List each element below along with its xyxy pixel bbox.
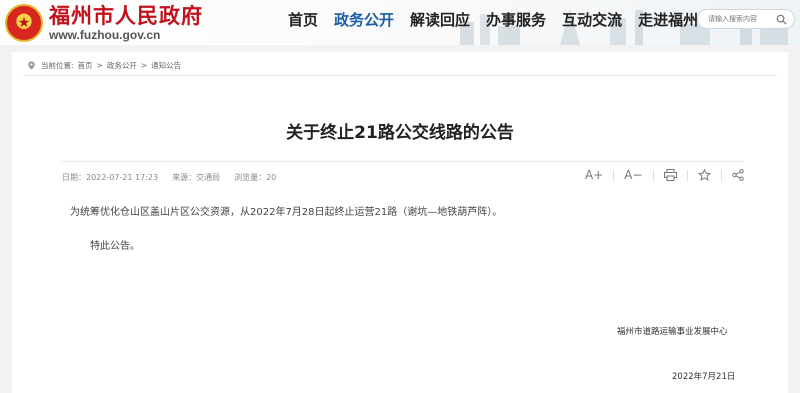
nav-interpretation[interactable]: 解读回应	[410, 10, 470, 30]
search-icon[interactable]	[776, 14, 787, 25]
toolbar-divider	[720, 169, 722, 181]
article-body: 为统筹优化仓山区盖山片区公交资源，从2022年7月28日起终止运营21路（谢坑—…	[70, 207, 503, 218]
location-pin-icon	[28, 61, 35, 70]
meta-divider	[60, 161, 744, 162]
breadcrumb-prefix: 当前位置:	[41, 61, 74, 70]
print-icon[interactable]	[663, 169, 677, 181]
breadcrumb-separator: >	[96, 61, 103, 70]
favorite-star-icon[interactable]	[697, 169, 711, 181]
toolbar-divider	[613, 169, 615, 181]
nav-home[interactable]: 首页	[288, 10, 318, 30]
font-decrease-icon[interactable]: A−	[624, 168, 642, 182]
national-emblem-icon: ★	[5, 4, 43, 42]
share-icon[interactable]	[731, 169, 744, 181]
site-header: ★ 福州市人民政府 www.fuzhou.gov.cn 首页 政务公开 解读回应…	[0, 0, 800, 45]
signature-date: 2022年7月21日	[672, 372, 736, 382]
article-closing: 特此公告。	[90, 241, 140, 252]
toolbar-divider	[652, 169, 654, 181]
article-meta: 日期：2022-07-21 17:23 来源：交通局 浏览量：20	[62, 172, 290, 183]
search-input[interactable]	[708, 15, 776, 23]
nav-interaction[interactable]: 互动交流	[562, 10, 622, 30]
breadcrumb-notices[interactable]: 通知公告	[151, 60, 181, 71]
nav-services[interactable]: 办事服务	[486, 10, 546, 30]
breadcrumb-divider	[23, 75, 777, 76]
publish-date: 日期：2022-07-21 17:23	[62, 173, 159, 182]
search-box	[697, 9, 795, 29]
breadcrumb-home[interactable]: 首页	[78, 60, 93, 71]
breadcrumb-government-affairs[interactable]: 政务公开	[107, 60, 137, 71]
site-title: 福州市人民政府	[49, 2, 203, 28]
nav-about-fuzhou[interactable]: 走进福州	[638, 10, 698, 30]
issuer-signature: 福州市道路运输事业发展中心	[617, 327, 728, 337]
nav-government-affairs[interactable]: 政务公开	[334, 10, 394, 30]
site-url: www.fuzhou.gov.cn	[49, 27, 161, 42]
breadcrumb: 当前位置: 首页 > 政务公开 > 通知公告	[27, 60, 185, 71]
view-count: 浏览量：20	[234, 173, 277, 182]
font-increase-icon[interactable]: A+	[585, 168, 603, 182]
main-nav: 首页 政务公开 解读回应 办事服务 互动交流 走进福州	[288, 10, 714, 30]
article-toolbar: A+ A−	[585, 168, 744, 182]
toolbar-divider	[686, 169, 688, 181]
breadcrumb-separator: >	[140, 61, 148, 70]
article-source: 来源：交通局	[172, 173, 221, 182]
article-title: 关于终止21路公交线路的公告	[286, 123, 514, 143]
site-logo[interactable]: ★ 福州市人民政府 www.fuzhou.gov.cn	[5, 4, 203, 42]
article-card: 当前位置: 首页 > 政务公开 > 通知公告 关于终止21路公交线路的公告 日期…	[12, 52, 788, 393]
